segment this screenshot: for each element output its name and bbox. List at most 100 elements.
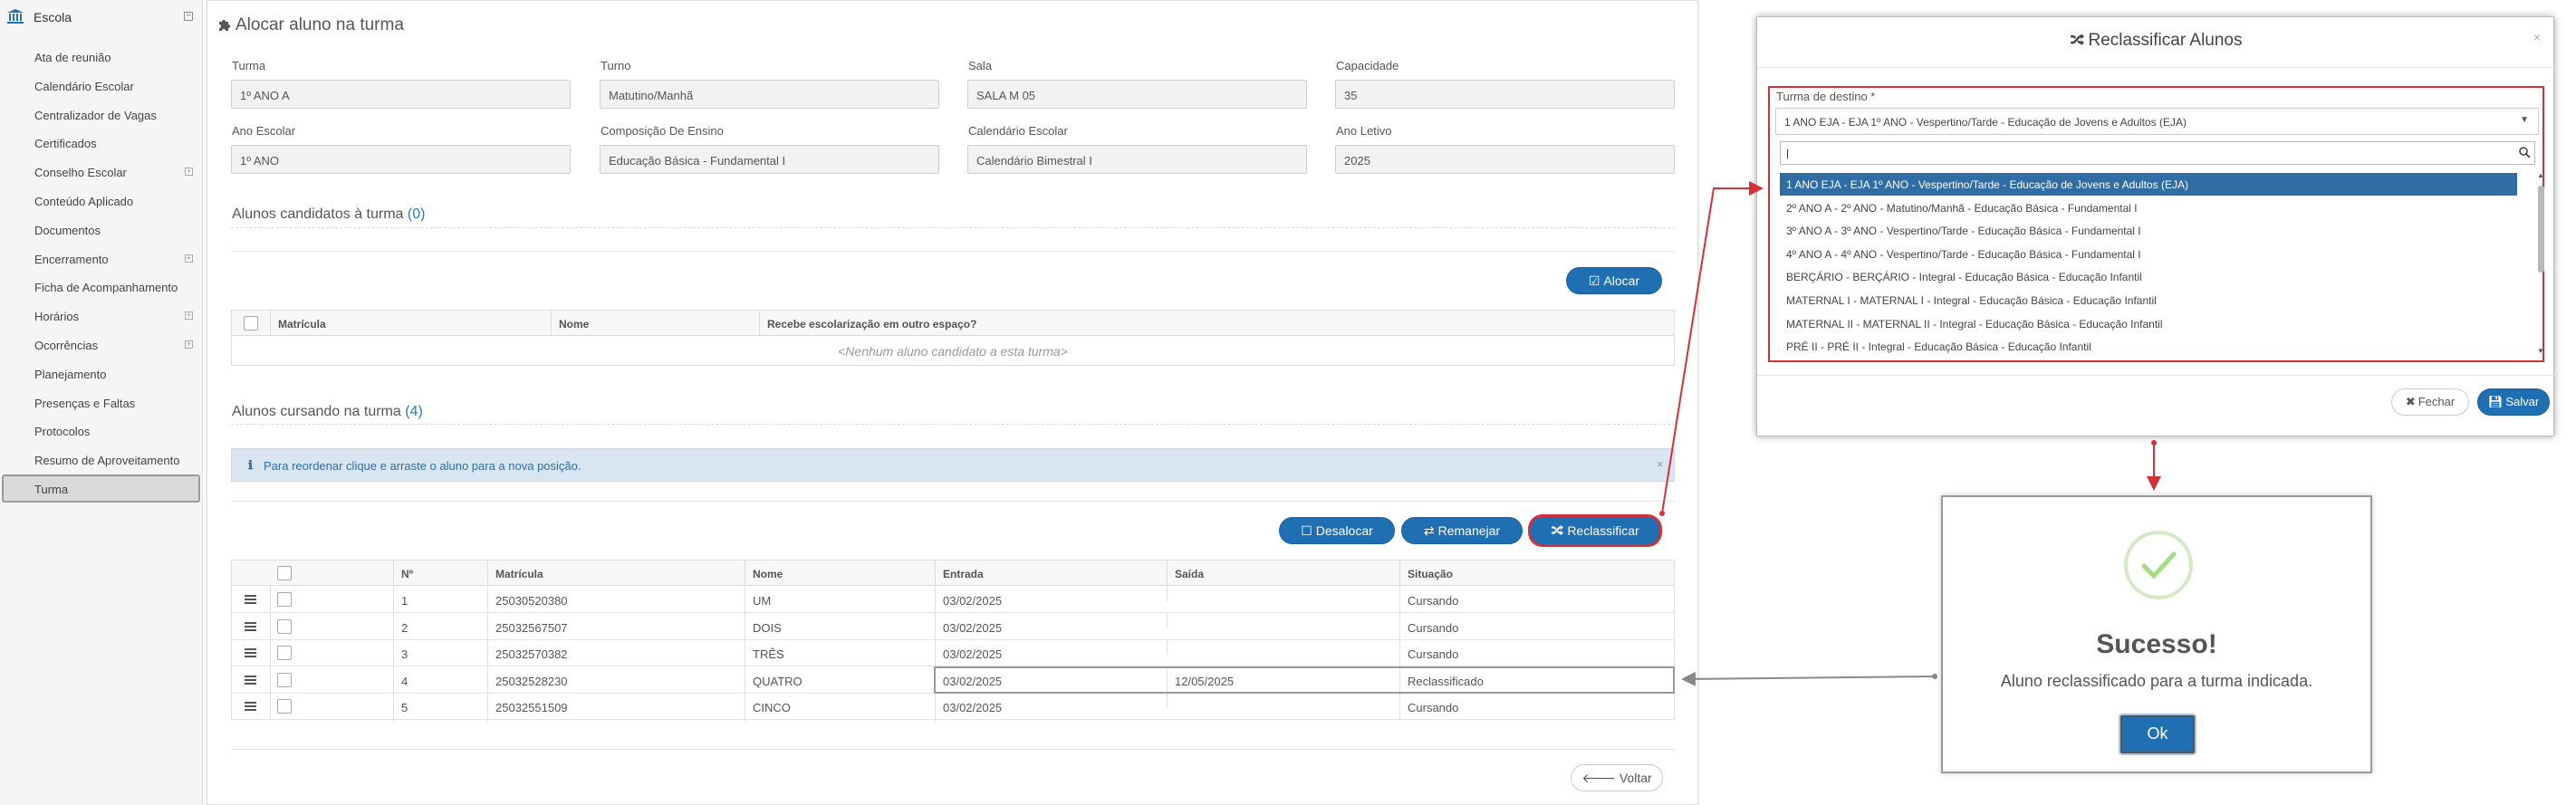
ok-button[interactable]: Ok [2120,715,2195,753]
sidebar-item-certificados[interactable]: Certificados [0,129,203,157]
cell-matricula: 25032567507 [487,613,745,642]
turma-option[interactable]: 2º ANO A - 2º ANO - Matutino/Manhã - Edu… [1780,196,2517,219]
select-all-checkbox[interactable] [244,316,258,331]
col-matricula[interactable]: Matrícula [487,561,745,586]
puzzle-icon [217,17,232,32]
cell-nome: TRÊS [745,640,935,668]
candidatos-title-text: Alunos candidatos à turma [232,206,404,222]
expand-icon[interactable]: + [185,340,193,349]
col-saida[interactable]: Saída [1167,561,1399,586]
sidebar-section-escola[interactable]: Escola − [0,5,203,29]
sidebar-item-ficha-de-acompanhamento[interactable]: Ficha de Acompanhamento [0,273,203,301]
expand-icon[interactable]: + [185,254,193,263]
turma-option[interactable]: BERÇÁRIO - BERÇÁRIO - Integral - Educaçã… [1780,265,2517,288]
cell-numero: 4 [393,666,487,695]
cell-entrada: 03/02/2025 [935,587,1167,615]
chevron-down-icon: ▼ [2520,115,2529,125]
col-situacao[interactable]: Situação [1399,561,1674,586]
sidebar-item-label: Planejamento [34,367,107,381]
divider [270,640,271,666]
sidebar-item-horarios[interactable]: Horários + [0,302,203,330]
reclassificar-button[interactable]: 🔀︎ Reclassificar [1529,515,1661,546]
turma-destino-select[interactable]: 1 ANO EJA - EJA 1º ANO - Vespertino/Tard… [1775,108,2539,135]
cell-saida [1167,587,1399,601]
table-row[interactable]: 4 25032528230 QUATRO 03/02/2025 12/05/2025 Re… [232,666,1675,695]
turma-option[interactable]: MATERNAL I - MATERNAL I - Integral - Edu… [1780,289,2517,311]
drag-handle-icon[interactable] [245,675,256,685]
expand-icon[interactable]: + [185,311,193,321]
row-checkbox[interactable] [277,618,292,634]
turma-option[interactable]: MATERNAL II - MATERNAL II - Integral - E… [1780,312,2517,335]
drag-handle-icon[interactable] [245,595,256,604]
sidebar-item-calendario-escolar[interactable]: Calendário Escolar [0,72,203,100]
divider [1757,67,2555,68]
close-icon[interactable]: × [2533,30,2541,44]
turma-option[interactable]: 1 ANO EJA - EJA 1º ANO - Vespertino/Tard… [1780,173,2517,196]
cell-saida [1167,640,1399,655]
fechar-button[interactable]: ✖ Fechar [2391,388,2469,416]
col-nome[interactable]: Nome [745,561,935,586]
sidebar-item-planejamento[interactable]: Planejamento [0,359,203,388]
divider [231,501,1675,502]
row-checkbox[interactable] [277,672,292,687]
sidebar: Escola − Ata de reunião Calendário Escola… [0,0,203,805]
col-nome[interactable]: Nome [551,311,759,336]
scroll-up-icon[interactable]: ▲ [2537,171,2544,179]
sidebar-item-turma[interactable]: Turma [2,474,200,503]
table-row[interactable]: 2 25032567507 DOIS 03/02/2025 Cursando [232,613,1674,642]
expand-icon[interactable]: + [185,168,193,177]
divider [231,251,1675,252]
remanejar-button[interactable]: ⇄ Remanejar [1401,517,1523,544]
sidebar-item-conteudo-aplicado[interactable]: Conteúdo Aplicado [0,187,203,215]
sidebar-item-encerramento[interactable]: Encerramento + [0,244,203,273]
sala-label: Sala [968,59,993,72]
sidebar-item-presencas-e-faltas[interactable]: Presenças e Faltas [0,388,203,417]
col-numero[interactable]: Nº [393,561,487,586]
table-row[interactable]: 5 25032551509 CINCO 03/02/2025 Cursando [232,694,1674,722]
close-icon[interactable]: × [1657,457,1664,471]
row-checkbox[interactable] [277,646,292,660]
capacidade-field: 35 [1335,80,1675,109]
divider [231,227,1675,228]
collapse-icon[interactable]: − [184,12,193,21]
drag-handle-icon[interactable] [245,648,256,657]
sidebar-item-documentos[interactable]: Documentos [0,216,203,244]
table-row[interactable]: 3 25032570382 TRÊS 03/02/2025 Cursando [232,640,1674,668]
sidebar-item-ata-de-reuniao[interactable]: Ata de reunião [0,43,203,71]
sidebar-item-label: Ata de reunião [34,51,111,64]
col-matricula[interactable]: Matrícula [270,311,551,336]
info-alert: ℹ Para reordenar clique e arraste o alun… [231,448,1675,482]
col-entrada[interactable]: Entrada [935,561,1167,586]
sidebar-item-conselho-escolar[interactable]: Conselho Escolar + [0,158,203,186]
turma-option[interactable]: 3º ANO A - 3º ANO - Vespertino/Tarde - E… [1780,219,2517,242]
desalocar-button[interactable]: ☐ Desalocar [1279,517,1395,544]
sidebar-item-resumo-de-aproveitamento[interactable]: Resumo de Aproveitamento [0,446,203,474]
turma-search-input[interactable]: | [1780,141,2535,165]
salvar-button[interactable]: 💾︎ Salvar [2477,388,2550,416]
drag-handle-icon[interactable] [245,702,256,711]
cell-nome: UM [745,587,935,615]
select-all-checkbox[interactable] [277,566,292,580]
page-title: Alocar aluno na turma [217,15,404,35]
row-checkbox[interactable] [277,592,292,607]
turma-option[interactable]: PRÉ II - PRÉ II - Integral - Educação Bá… [1780,335,2517,358]
col-escolarizacao[interactable]: Recebe escolarização em outro espaço? [759,311,1674,336]
options-scrollbar[interactable]: ▲ ▼ [2537,171,2545,355]
sidebar-item-protocolos[interactable]: Protocolos [0,417,203,445]
main-panel: Alocar aluno na turma Turma 1º ANO A Tur… [207,0,1698,805]
turma-option[interactable]: 4º ANO A - 4º ANO - Vespertino/Tarde - E… [1780,243,2517,265]
scrollbar-thumb[interactable] [2538,186,2544,273]
alocar-button[interactable]: ☑ Alocar [1566,267,1662,294]
close-icon: ✖ [2405,395,2416,408]
calendario-field: Calendário Bimestral I [967,145,1307,174]
voltar-button[interactable]: 🡐︎ Voltar [1571,764,1663,791]
sidebar-item-ocorrencias[interactable]: Ocorrências + [0,331,203,359]
row-checkbox[interactable] [277,699,292,714]
drag-handle-icon[interactable] [245,621,256,631]
info-icon: ℹ [248,458,253,472]
composicao-label: Composição De Ensino [601,124,724,138]
scroll-down-icon[interactable]: ▼ [2537,347,2544,355]
sidebar-section-label: Escola [34,10,72,24]
sidebar-item-centralizador-de-vagas[interactable]: Centralizador de Vagas [0,101,203,129]
table-row[interactable]: 1 25030520380 UM 03/02/2025 Cursando [232,587,1674,615]
